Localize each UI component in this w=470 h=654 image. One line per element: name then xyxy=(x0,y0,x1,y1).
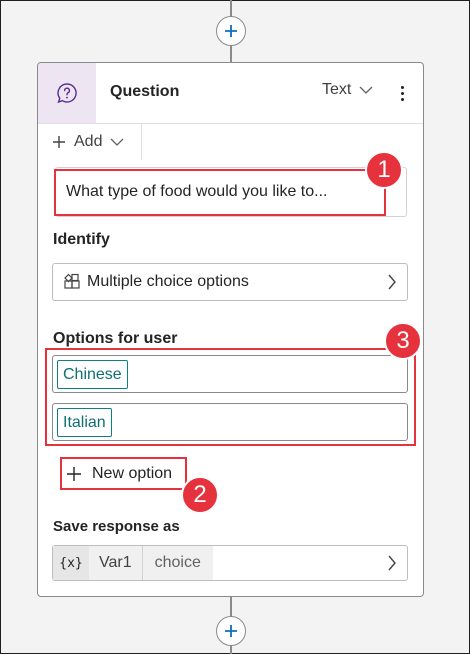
more-dot xyxy=(400,97,404,101)
variable-icon: {x} xyxy=(53,546,89,580)
node-toolbar: Add xyxy=(38,123,423,160)
more-options-button[interactable] xyxy=(390,79,414,107)
add-button[interactable]: Add xyxy=(38,124,142,160)
plus-icon xyxy=(53,136,65,148)
chevron-right-icon xyxy=(388,555,396,571)
highlight-box-1 xyxy=(54,169,386,216)
callout-badge-1: 1 xyxy=(365,151,403,189)
question-icon-box xyxy=(38,63,96,123)
response-type-label: Text xyxy=(322,81,352,98)
add-label: Add xyxy=(74,133,103,150)
chevron-down-icon xyxy=(111,138,124,146)
shapes-icon xyxy=(64,273,80,289)
chevron-down-icon xyxy=(359,86,373,94)
identify-value: Multiple choice options xyxy=(87,273,249,290)
question-node-card: Question Text Add What type of food woul… xyxy=(37,62,424,597)
highlight-box-3 xyxy=(45,348,416,446)
add-node-button-bottom[interactable] xyxy=(216,616,246,646)
save-variable-selector[interactable]: {x} Var1 choice xyxy=(52,545,408,581)
chevron-right-icon xyxy=(388,274,396,290)
plus-icon xyxy=(225,25,237,37)
more-dot xyxy=(400,91,404,95)
add-node-button-top[interactable] xyxy=(216,16,246,46)
options-label: Options for user xyxy=(53,330,178,347)
identify-label: Identify xyxy=(53,231,110,248)
node-title: Question xyxy=(110,83,180,100)
save-response-label: Save response as xyxy=(53,518,180,535)
question-bubble-icon xyxy=(57,83,77,104)
variable-name: Var1 xyxy=(89,546,143,580)
plus-icon xyxy=(225,625,237,637)
highlight-box-2 xyxy=(60,457,187,490)
callout-badge-2: 2 xyxy=(181,476,219,514)
response-type-dropdown[interactable]: Text xyxy=(322,81,373,99)
more-vertical-icon xyxy=(400,85,404,89)
variable-type: choice xyxy=(142,546,213,580)
node-header: Question Text xyxy=(38,63,423,123)
identify-dropdown[interactable]: Multiple choice options xyxy=(52,263,408,301)
callout-badge-3: 3 xyxy=(384,322,422,360)
